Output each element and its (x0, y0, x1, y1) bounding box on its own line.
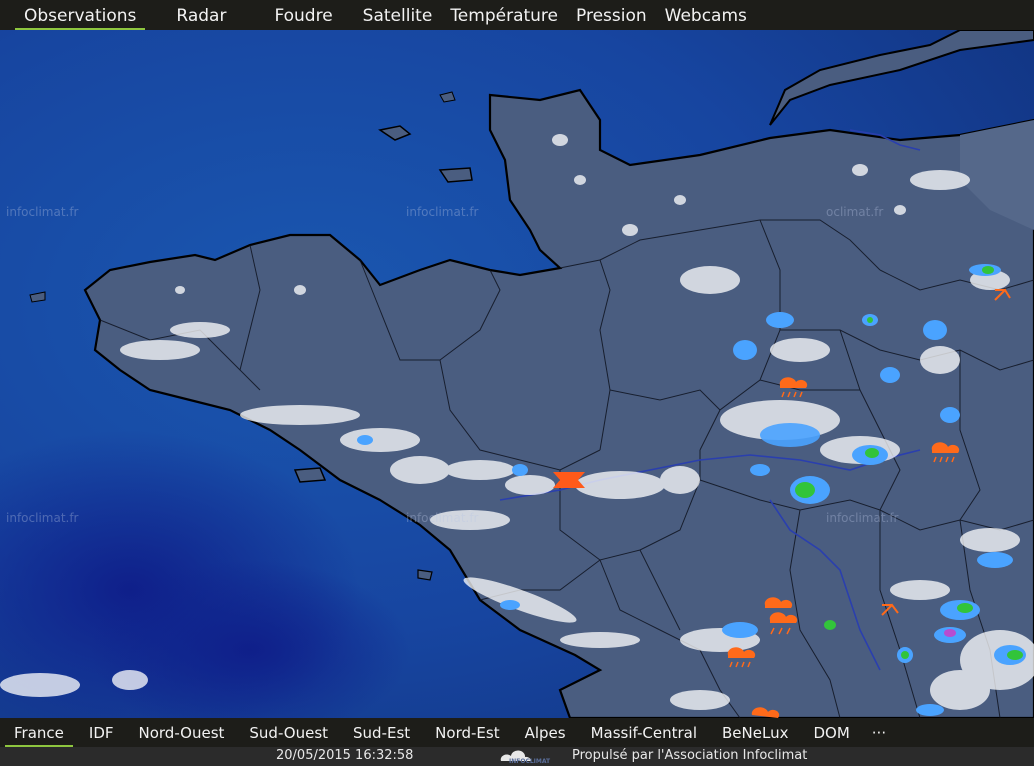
infoclimat-logo[interactable]: INFOCLIMAT (497, 747, 553, 766)
satellite-map[interactable]: infoclimat.fr infoclimat.fr oclimat.fr i… (0, 30, 1034, 718)
island (293, 467, 327, 483)
tab-temperature[interactable]: Température (441, 0, 567, 30)
region-tab-idf[interactable]: IDF (80, 718, 123, 747)
top-nav: Observations Radar Foudre Satellite Temp… (0, 0, 1034, 30)
timestamp: 20/05/2015 16:32:58 (276, 748, 414, 763)
tab-satellite[interactable]: Satellite (354, 0, 442, 30)
tab-radar[interactable]: Radar (167, 0, 235, 30)
region-tab-dom[interactable]: DOM (804, 718, 858, 747)
region-tab-massif-central[interactable]: Massif-Central (582, 718, 706, 747)
region-tab-nord-est[interactable]: Nord-Est (426, 718, 508, 747)
region-tab-more[interactable]: ··· (863, 718, 895, 747)
map-watermark: infoclimat.fr (6, 205, 79, 219)
map-watermark: oclimat.fr (826, 205, 883, 219)
map-watermark: infoclimat.fr (6, 511, 79, 525)
island (417, 569, 433, 581)
logo-wordmark: INFOCLIMAT (509, 758, 551, 765)
tab-observations[interactable]: Observations (15, 0, 146, 30)
region-tab-france[interactable]: France (5, 718, 73, 747)
region-tab-benelux[interactable]: BeNeLux (713, 718, 797, 747)
tab-foudre[interactable]: Foudre (265, 0, 341, 30)
map-watermark: infoclimat.fr (406, 511, 479, 525)
region-tab-sud-est[interactable]: Sud-Est (344, 718, 419, 747)
footer: 20/05/2015 16:32:58 INFOCLIMAT Propulsé … (0, 747, 1034, 766)
region-tab-nord-ouest[interactable]: Nord-Ouest (130, 718, 234, 747)
map-watermark: infoclimat.fr (406, 205, 479, 219)
map-watermark: infoclimat.fr (826, 511, 899, 525)
region-nav: France IDF Nord-Ouest Sud-Ouest Sud-Est … (0, 718, 1034, 747)
credit-link[interactable]: Propulsé par l'Association Infoclimat (572, 748, 807, 763)
tab-webcams[interactable]: Webcams (656, 0, 756, 30)
tab-pression[interactable]: Pression (567, 0, 656, 30)
region-tab-alpes[interactable]: Alpes (516, 718, 575, 747)
region-tab-sud-ouest[interactable]: Sud-Ouest (240, 718, 337, 747)
